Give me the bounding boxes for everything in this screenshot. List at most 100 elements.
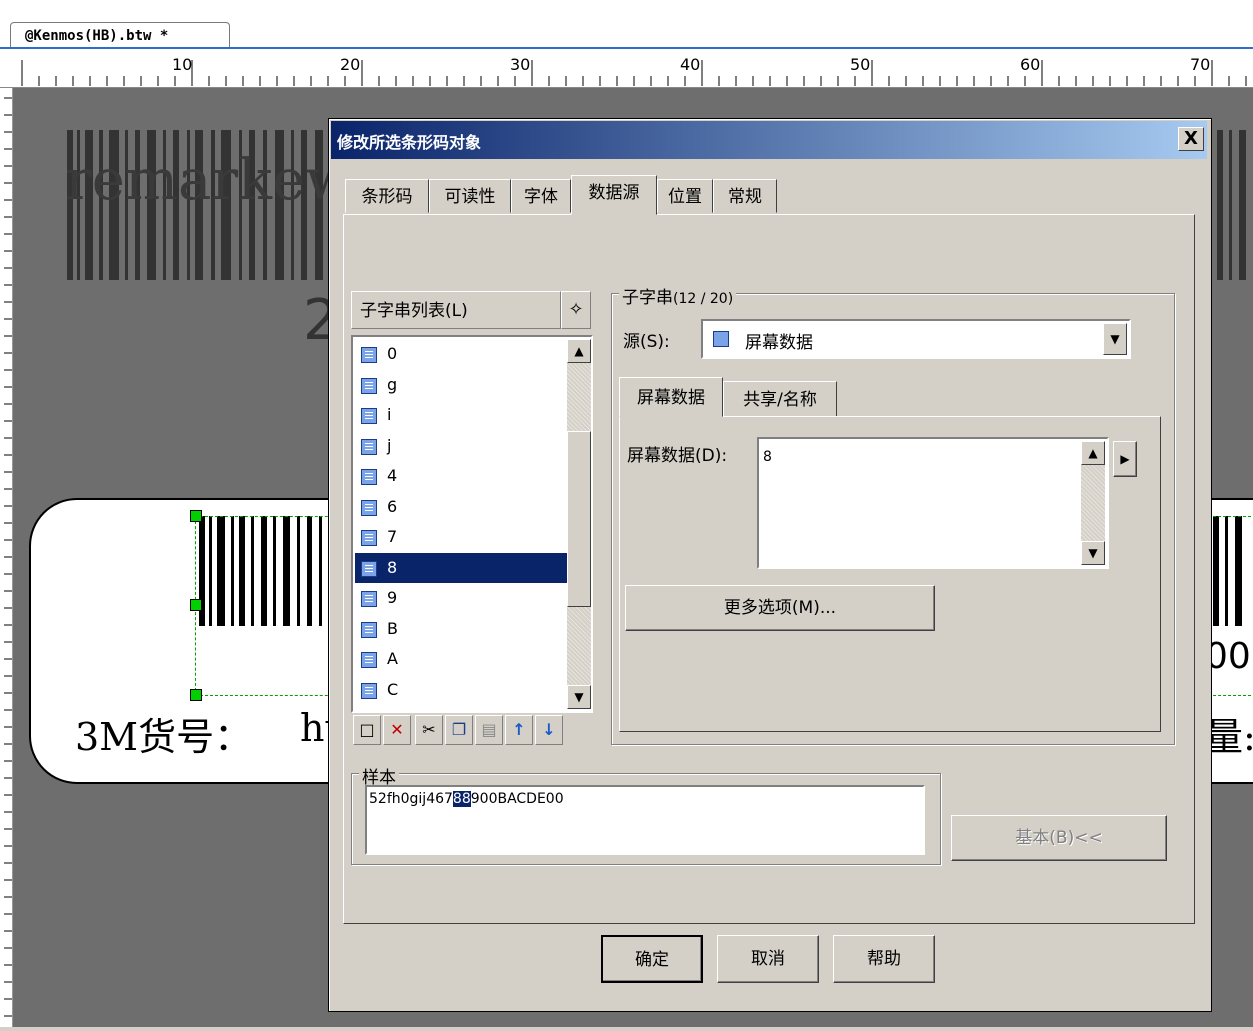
tab-readability[interactable]: 可读性 [429,179,511,213]
more-options-button[interactable]: 更多选项(M)... [625,585,935,631]
move-up-button[interactable]: ↑ [505,715,533,745]
list-scrollbar[interactable]: ▲ ▼ [567,339,591,709]
ruler-label: 60 [1020,55,1041,74]
chevron-down-icon: ▼ [1110,332,1120,346]
screen-data-icon [361,529,377,546]
list-item[interactable]: 4 [361,461,561,491]
screen-data-value: 8 [763,449,772,465]
textarea-scrollbar[interactable]: ▲ ▼ [1081,441,1105,565]
source-select[interactable]: 屏幕数据 ▼ [701,319,1131,359]
barcode-top-right [1217,130,1246,280]
screen-data-icon [361,377,377,394]
substring-listbox[interactable]: 0 g i j 4 6 7 8 9 B A C ▲ ▼ [351,335,593,713]
arrow-up-icon: ▲ [1088,446,1098,460]
new-icon: □ [359,720,375,739]
screen-data-icon [361,651,377,668]
list-item-selected[interactable]: 8 [355,553,567,583]
chevron-right-icon: ▶ [1120,452,1130,466]
ok-button[interactable]: 确定 [601,935,703,983]
list-item[interactable]: i [361,400,561,430]
scroll-down-button[interactable]: ▼ [1081,541,1105,565]
cut-icon: ✂ [422,720,436,739]
ruler-label: 50 [850,55,871,74]
wizard-button[interactable]: ✧ [561,291,591,329]
ruler-label: 20 [340,55,361,74]
sample-highlight: 88 [452,791,471,807]
list-item[interactable]: 7 [361,522,561,552]
arrow-down-icon: ▼ [574,690,584,704]
document-tab[interactable]: @Kenmos(HB).btw * [10,22,230,48]
list-item[interactable]: j [361,431,561,461]
tab-data-source[interactable]: 数据源 [571,175,657,215]
ruler-label: 10 [172,55,193,74]
copy-icon: ❐ [451,720,467,739]
selection-handle[interactable] [190,510,202,522]
copy-button[interactable]: ❐ [445,715,473,745]
horizontal-ruler: 10 20 30 40 50 60 70 [0,49,1253,88]
scroll-up-button[interactable]: ▲ [1081,441,1105,465]
basic-button[interactable]: 基本(B)<< [951,815,1167,861]
paste-icon: ▤ [481,720,497,739]
help-button[interactable]: 帮助 [833,935,935,983]
new-substring-button[interactable]: □ [353,715,381,745]
label-text-item-number: 3M货号： [75,715,253,759]
substring-group-label: 子字串(12 / 20) [619,283,737,308]
tab-shared-name[interactable]: 共享/名称 [723,381,837,417]
ruler-label: 70 [1190,55,1211,74]
screen-data-icon [361,468,377,485]
tab-barcode[interactable]: 条形码 [345,179,429,213]
tab-font[interactable]: 字体 [511,179,571,213]
arrow-up-icon: ▲ [574,344,584,358]
sample-text: 52fh0gij46788900BACDE00 [369,791,564,807]
cancel-button[interactable]: 取消 [717,935,819,983]
close-button[interactable]: X [1178,127,1204,151]
source-label: 源(S): [623,332,670,352]
ruler-label: 40 [680,55,701,74]
arrow-up-icon: ↑ [512,720,526,739]
dialog-title-bar[interactable]: 修改所选条形码对象 X [331,121,1207,159]
selection-handle[interactable] [190,689,202,701]
vertical-ruler [0,88,13,1027]
paste-button[interactable]: ▤ [475,715,503,745]
tab-general[interactable]: 常规 [713,179,777,213]
insert-field-button[interactable]: ▶ [1113,441,1137,477]
arrow-down-icon: ↓ [542,720,556,739]
list-item[interactable]: 9 [361,583,561,613]
delete-substring-button[interactable]: ✕ [383,715,411,745]
screen-data-icon [361,407,377,424]
list-item[interactable]: g [361,370,561,400]
screen-data-icon [361,560,377,577]
delete-icon: ✕ [390,720,404,739]
tab-screen-data[interactable]: 屏幕数据 [619,377,723,417]
label-text-quantity: 量: [1205,715,1253,759]
label-text-remark: remarkew [65,148,354,213]
list-item[interactable]: A [361,644,561,674]
screen-data-icon [361,346,377,363]
close-icon: X [1184,128,1198,149]
scroll-down-button[interactable]: ▼ [567,685,591,709]
scroll-thumb[interactable] [567,431,591,607]
screen-data-textarea[interactable]: 8 ▲ ▼ [757,437,1109,569]
sample-display: 52fh0gij46788900BACDE00 [365,785,925,855]
screen-data-icon [361,682,377,699]
move-down-button[interactable]: ↓ [535,715,563,745]
tab-position[interactable]: 位置 [657,179,713,213]
screen-data-icon [713,331,729,347]
list-item[interactable]: 6 [361,492,561,522]
screen-data-icon [361,499,377,516]
list-item[interactable]: 0 [361,339,561,369]
selection-handle[interactable] [190,599,202,611]
dropdown-button[interactable]: ▼ [1103,323,1127,355]
substring-toolbar: □ ✕ ✂ ❐ ▤ ↑ ↓ [351,715,593,747]
screen-data-icon [361,590,377,607]
cut-button[interactable]: ✂ [415,715,443,745]
list-item[interactable]: C [361,675,561,705]
screen-data-icon [361,621,377,638]
ruler-label: 30 [510,55,531,74]
scroll-up-button[interactable]: ▲ [567,339,591,363]
barcode-properties-dialog: 修改所选条形码对象 X 条形码 可读性 字体 数据源 位置 常规 子字串列表(L… [328,118,1212,1012]
source-value: 屏幕数据 [745,333,813,353]
list-item[interactable]: B [361,614,561,644]
arrow-down-icon: ▼ [1088,546,1098,560]
vertical-ruler-ticks [4,97,12,1017]
